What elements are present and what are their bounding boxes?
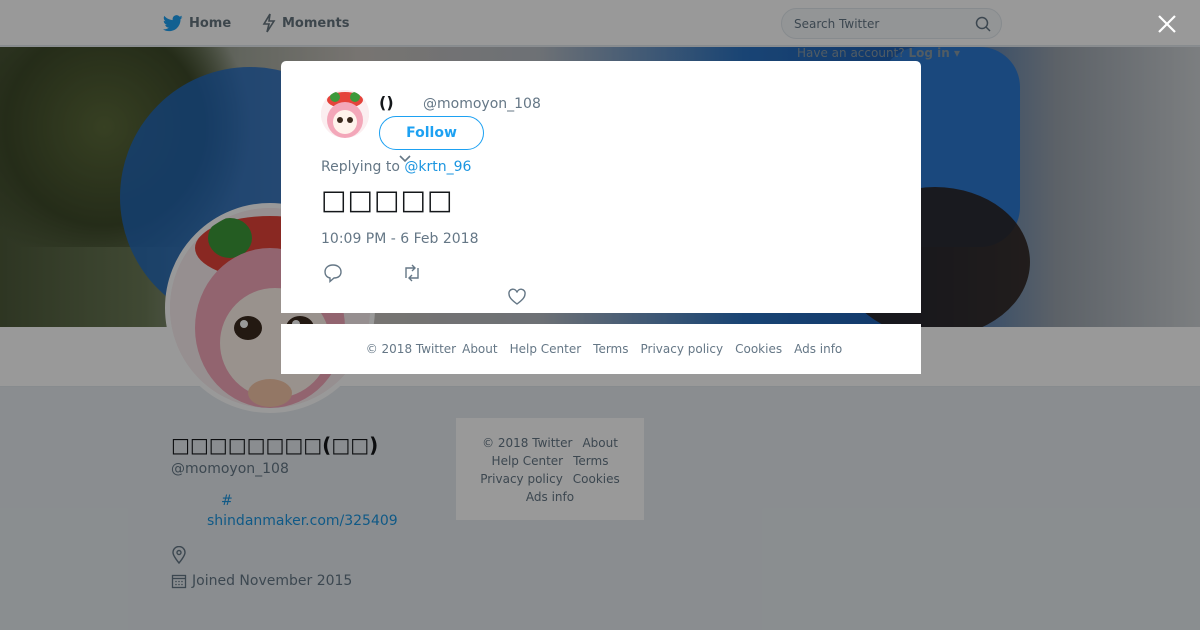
modal-footer-cookies[interactable]: Cookies	[735, 342, 782, 356]
modal-footer: © 2018 Twitter About Help Center Terms P…	[281, 324, 921, 374]
tweet-avatar[interactable]	[321, 90, 369, 138]
follow-button[interactable]: Follow	[379, 116, 484, 150]
modal-footer-help[interactable]: Help Center	[510, 342, 582, 356]
tweet-modal: () @momoyon_108 Follow Replying to @krtn…	[281, 61, 921, 313]
replying-to-link[interactable]: @krtn_96	[404, 159, 471, 175]
modal-footer-about[interactable]: About	[462, 342, 497, 356]
close-icon[interactable]	[1156, 13, 1178, 35]
reply-icon[interactable]	[322, 262, 344, 284]
avatar-illustration-small	[321, 90, 369, 138]
modal-footer-ads[interactable]: Ads info	[794, 342, 842, 356]
tweet-text: □□□□□	[321, 185, 454, 216]
tweet-timestamp[interactable]: 10:09 PM - 6 Feb 2018	[321, 231, 479, 247]
modal-footer-terms[interactable]: Terms	[593, 342, 628, 356]
heart-icon[interactable]	[506, 286, 528, 308]
replying-prefix: Replying to	[321, 159, 400, 175]
replying-to: Replying to @krtn_96	[321, 159, 471, 175]
modal-footer-privacy[interactable]: Privacy policy	[641, 342, 724, 356]
modal-footer-copyright: © 2018 Twitter	[365, 342, 457, 356]
tweet-username[interactable]: @momoyon_108	[423, 96, 541, 112]
tweet-fullname[interactable]: ()	[379, 93, 394, 112]
retweet-icon[interactable]	[401, 262, 423, 284]
